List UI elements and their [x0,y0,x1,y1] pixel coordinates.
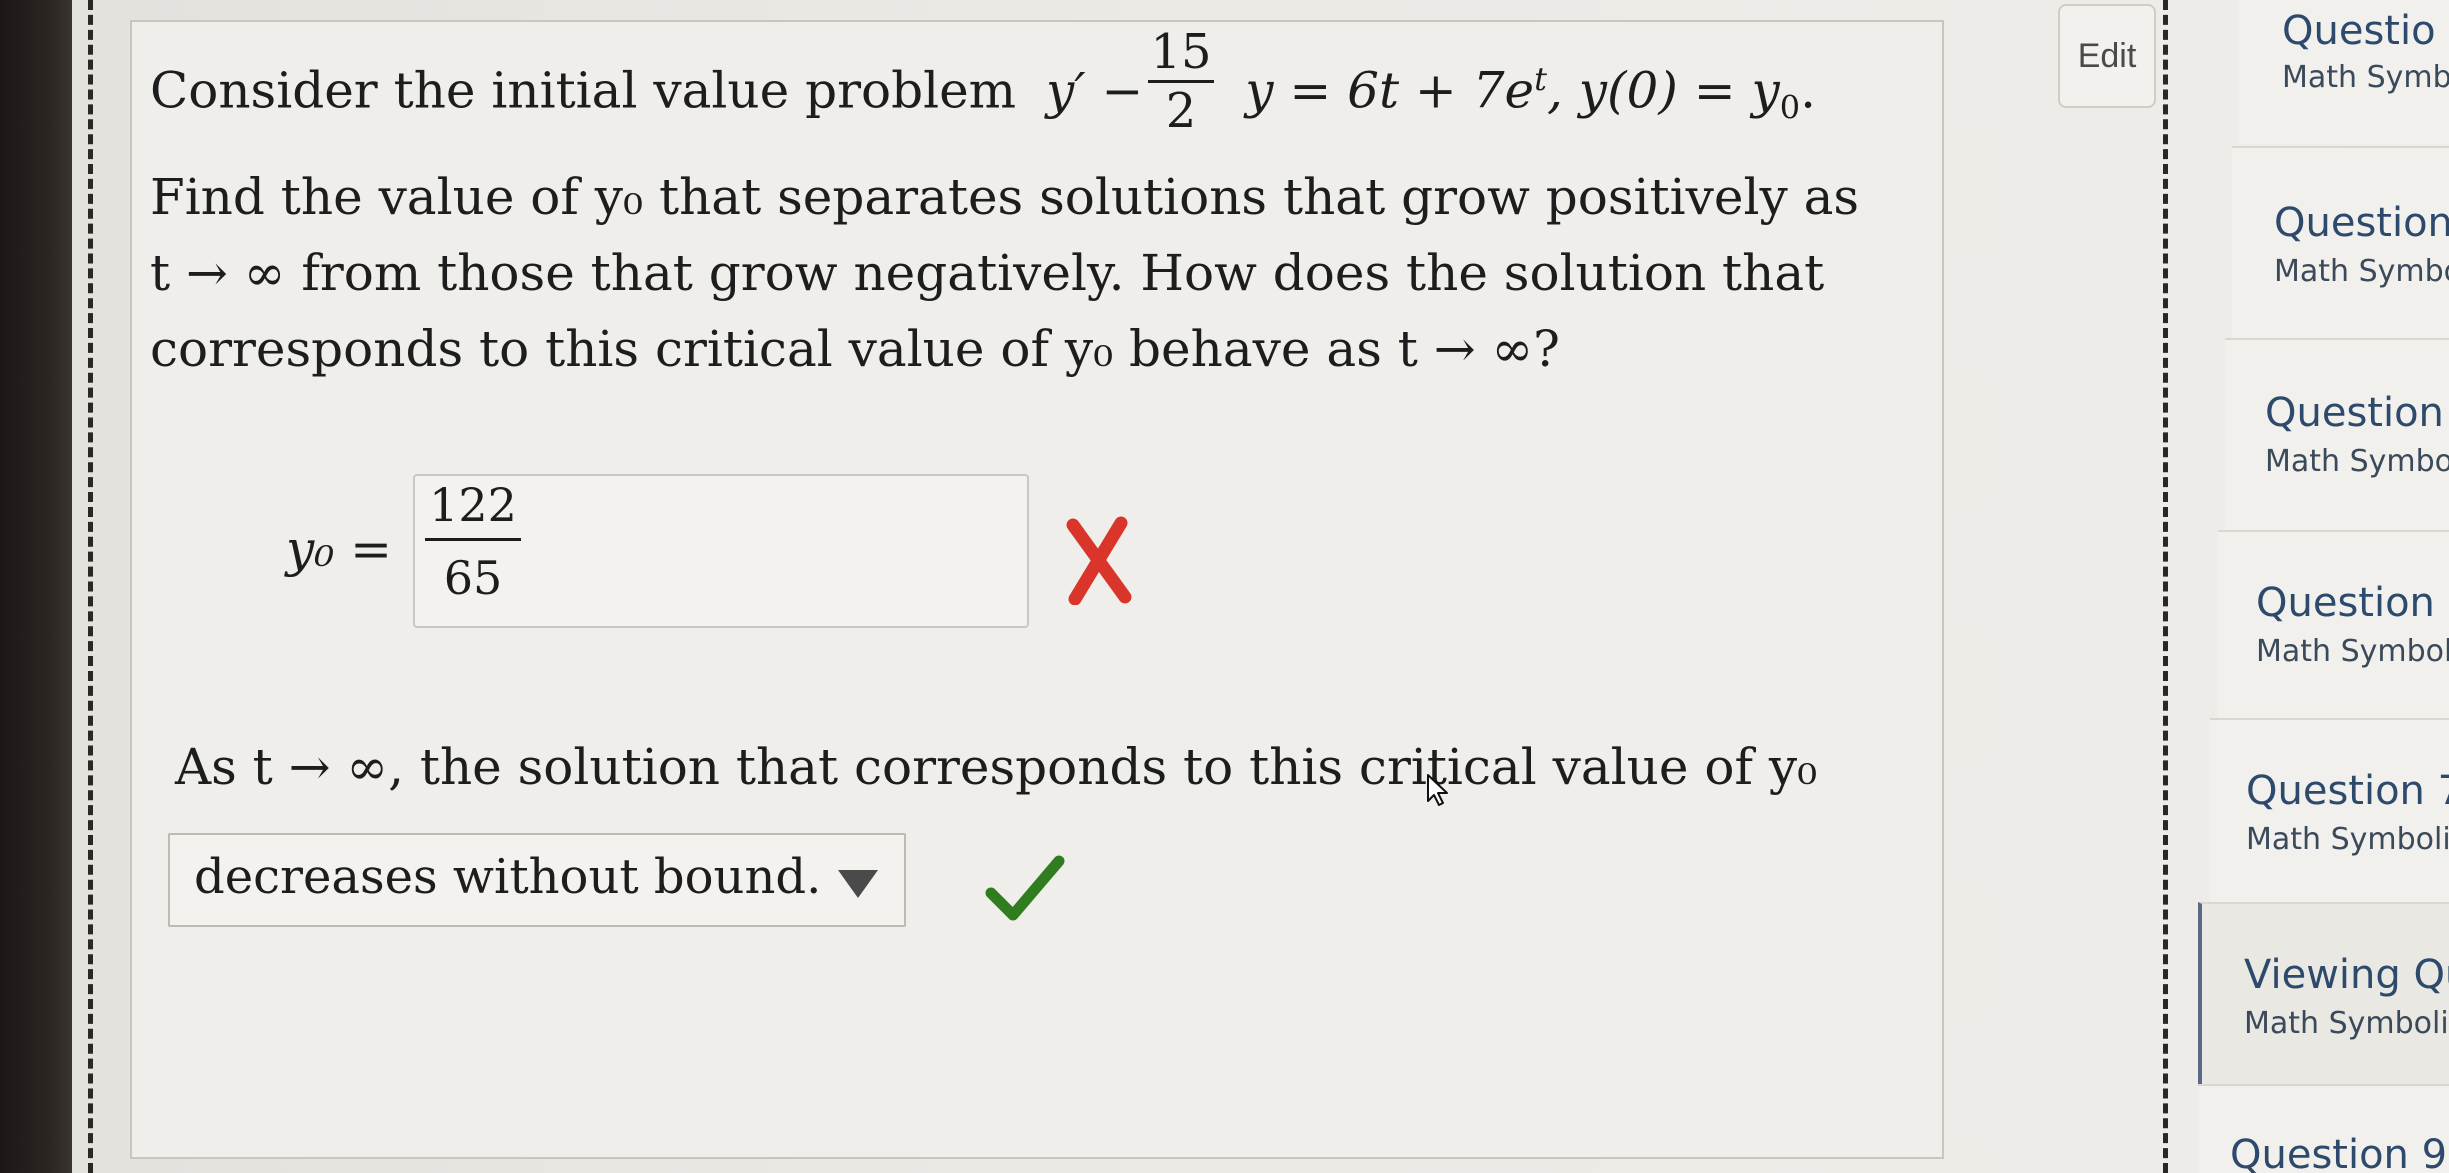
dropdown-arrow-icon [838,870,878,898]
sidebar-item-subtitle: Math Symbolic [2246,822,2449,857]
answer-label: y₀ = [286,520,393,578]
sidebar-item-title: Question [2265,390,2444,436]
left-dashed-border [88,0,93,1173]
answer-fraction: 122 65 [425,478,521,605]
sidebar-item-question-4[interactable]: Question Math Symboli [2218,530,2449,718]
sidebar-item-subtitle: Math Symb [2282,60,2449,95]
sidebar-item-title: Question 9 [2230,1132,2448,1173]
eq-period: . [1800,61,1817,120]
question-para-line1: Find the value of y₀ that separates solu… [150,168,1860,226]
question-para-line3: corresponds to this critical value of y₀… [150,320,1560,378]
eq-exponent: t [1534,60,1547,98]
sidebar-item-subtitle: Math Symboli [2256,634,2449,669]
eq-fraction-numerator: 15 [1150,24,1212,80]
sidebar-item-question-2[interactable]: Question Math Symbo [2232,146,2449,338]
edit-button[interactable]: Edit [2058,4,2156,108]
sidebar-item-subtitle: Math Symbol [2265,444,2449,479]
sidebar-item-question-3[interactable]: Question Math Symbol [2225,338,2449,530]
eq-fraction: 15 2 [1148,24,1214,139]
screen: Consider the initial value problem y′ − … [0,0,2449,1173]
eq-initial: , y(0) = y [1546,61,1780,120]
sidebar-item-viewing-question[interactable]: Viewing Qu Math Symbolic [2198,902,2449,1084]
sidebar-item-subtitle: Math Symbolic [2244,1006,2449,1041]
question-intro-text: Consider the initial value problem [150,61,1017,120]
question-para-line2: t → ∞ from those that grow negatively. H… [150,244,1825,302]
sidebar-item-title: Question 7 [2246,768,2449,814]
dropdown-selected-value: decreases without bound. [194,849,822,905]
eq-y-prime: y′ − [1046,61,1144,120]
sidebar-item-question-7[interactable]: Question 7 Math Symbolic [2210,718,2449,902]
sidebar-item-title: Question [2256,580,2435,626]
question-line1: Consider the initial value problem y′ − … [150,60,1816,127]
answer-denominator: 65 [443,551,503,605]
behavior-dropdown[interactable]: decreases without bound. [168,833,906,927]
correct-check-icon [985,855,1065,921]
mouse-cursor-icon [1427,774,1448,806]
answer-numerator: 122 [429,478,517,532]
incorrect-x-icon [1066,516,1132,605]
sidebar-item-title: Questio [2282,8,2436,54]
sidebar-item-question-1[interactable]: Questio Math Symb [2238,0,2449,144]
monitor-bezel [0,0,72,1173]
part2-prompt: As t → ∞, the solution that corresponds … [175,738,1818,796]
right-dashed-border [2163,0,2168,1173]
sidebar-item-title: Question [2274,200,2449,246]
eq-fraction-denominator: 2 [1165,83,1197,139]
sidebar-item-title: Viewing Qu [2244,952,2449,998]
eq-subscript: 0 [1779,88,1801,127]
eq-rest: y = 6t + 7e [1245,61,1535,120]
sidebar-item-question-9[interactable]: Question 9 [2198,1084,2449,1173]
sidebar-item-subtitle: Math Symbo [2274,254,2449,289]
